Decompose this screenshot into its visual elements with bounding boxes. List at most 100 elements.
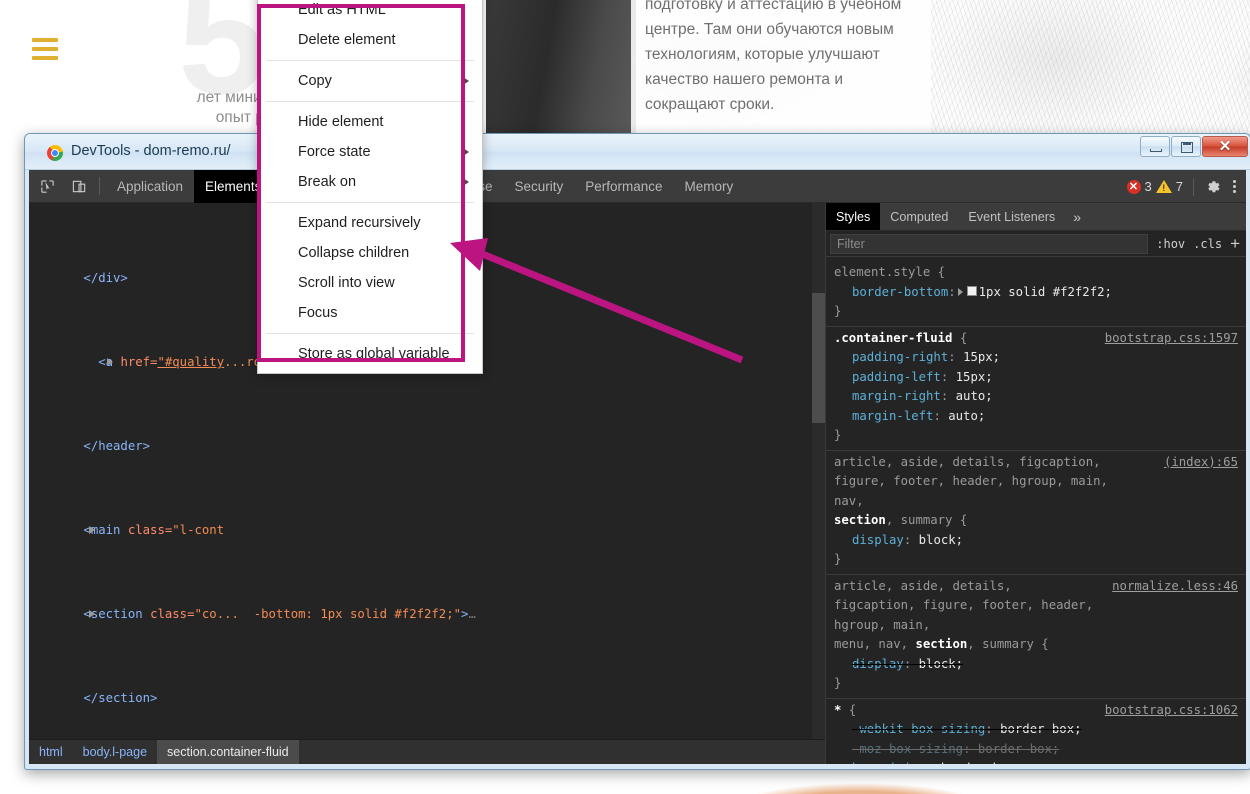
toolbar-status-area: ✕ 3 7: [1126, 170, 1242, 203]
tab-application[interactable]: Application: [106, 170, 194, 203]
hero-caption-line1: лет минимал: [196, 89, 290, 106]
style-declaration[interactable]: padding-left: 15px;: [834, 368, 1238, 388]
inspect-element-icon[interactable]: [33, 172, 61, 200]
tab-computed[interactable]: Computed: [880, 203, 958, 230]
style-declaration-overridden[interactable]: -webkit-box-sizing: border-box;: [834, 720, 1238, 740]
style-declaration-overridden[interactable]: display: block;: [834, 655, 1238, 675]
styles-filter-bar: :hov .cls +: [826, 231, 1246, 257]
dom-line[interactable]: <section class="co... -bottom: 1px solid…: [29, 604, 825, 625]
rule-source-link[interactable]: bootstrap.css:1597: [1105, 329, 1238, 349]
submenu-arrow-icon: [463, 178, 469, 186]
declaration-property: -webkit-box-sizing: [852, 722, 986, 736]
style-declaration[interactable]: border-bottom: 1px solid #f2f2f2;: [834, 283, 1238, 303]
rule-source-link[interactable]: (index):65: [1164, 453, 1238, 473]
style-declaration[interactable]: padding-right: 15px;: [834, 348, 1238, 368]
menu-separator: [266, 202, 474, 203]
context-menu: Edit as HTML Delete element Copy Hide el…: [257, 0, 483, 374]
style-declaration[interactable]: margin-left: auto;: [834, 407, 1238, 427]
window-title: DevTools - dom-remo.ru/: [71, 143, 231, 159]
declaration-property: margin-left: [852, 408, 934, 423]
dom-line[interactable]: </section>: [29, 688, 825, 709]
device-toolbar-icon[interactable]: [65, 172, 93, 200]
maximize-button[interactable]: [1171, 136, 1201, 157]
declaration-value: border-box;: [941, 761, 1022, 764]
style-rule-index-65[interactable]: (index):65 article, aside, details, figc…: [826, 451, 1246, 575]
menu-item-hide-element[interactable]: Hide element: [258, 107, 482, 137]
declaration-property: padding-right: [852, 350, 949, 364]
style-rule-universal[interactable]: * { bootstrap.css:1062 -webkit-box-sizin…: [826, 699, 1246, 765]
style-rule-normalize-46[interactable]: normalize.less:46 article, aside, detail…: [826, 575, 1246, 699]
color-swatch[interactable]: [966, 286, 977, 296]
close-button[interactable]: ✕: [1202, 136, 1248, 157]
devtools-panes: </div> <a href="#quality...roll">…</a> <…: [29, 203, 1246, 764]
window-titlebar[interactable]: DevTools - dom-remo.ru/ ✕: [25, 134, 1250, 170]
tab-security[interactable]: Security: [503, 170, 574, 203]
menu-item-force-state[interactable]: Force state: [258, 137, 482, 167]
declaration-value: border-box;: [1000, 722, 1082, 736]
style-rule-element-style[interactable]: element.style { border-bottom: 1px solid …: [826, 261, 1246, 327]
warning-count: 7: [1175, 179, 1183, 194]
breadcrumb-item-html[interactable]: html: [29, 740, 73, 764]
expand-triangle-icon[interactable]: [957, 287, 963, 296]
hamburger-menu-icon[interactable]: [32, 38, 58, 61]
rule-source-link[interactable]: bootstrap.css:1062: [1105, 701, 1238, 721]
menu-item-edit-as-html[interactable]: Edit as HTML: [258, 0, 482, 25]
rule-close-brace: }: [834, 552, 842, 566]
style-declaration[interactable]: display: block;: [834, 531, 1238, 551]
hand-photo: [690, 766, 1030, 794]
style-declaration[interactable]: box-sizing: border-box;: [834, 759, 1238, 764]
declaration-value: 15px;: [963, 350, 1001, 364]
tab-styles[interactable]: Styles: [826, 203, 881, 230]
dom-line[interactable]: <main class="l-cont: [29, 520, 825, 541]
error-count-badge[interactable]: ✕ 3: [1126, 179, 1152, 194]
toolbar-divider-2: [1193, 177, 1194, 196]
declaration-value: 1px solid #f2f2f2;: [978, 284, 1112, 299]
style-declaration[interactable]: margin-right: auto;: [834, 387, 1238, 407]
menu-item-focus[interactable]: Focus: [258, 298, 482, 328]
rule-selector-part: article, aside, details, figcaption,: [834, 454, 1101, 469]
cls-toggle-button[interactable]: .cls: [1193, 237, 1222, 251]
dom-tree-scrollbar[interactable]: [812, 203, 825, 739]
minimize-button[interactable]: [1140, 136, 1170, 157]
kebab-menu-icon[interactable]: [1226, 178, 1242, 196]
rule-source-link[interactable]: normalize.less:46: [1112, 577, 1238, 597]
rule-selector: element.style: [834, 265, 931, 279]
declaration-property: padding-left: [852, 369, 941, 384]
tab-performance[interactable]: Performance: [574, 170, 673, 203]
hov-toggle-button[interactable]: :hov: [1156, 237, 1185, 251]
menu-separator: [266, 101, 474, 102]
gear-icon[interactable]: [1204, 178, 1222, 196]
dom-tree-scrollbar-thumb[interactable]: [812, 293, 825, 423]
warning-count-badge[interactable]: 7: [1155, 179, 1183, 194]
minimize-icon: [1150, 149, 1162, 152]
new-style-rule-button[interactable]: +: [1230, 235, 1240, 252]
breadcrumb-item-body[interactable]: body.l-page: [73, 740, 157, 764]
menu-item-scroll-into-view[interactable]: Scroll into view: [258, 268, 482, 298]
error-icon: ✕: [1126, 179, 1141, 194]
style-rule-container-fluid[interactable]: .container-fluid { bootstrap.css:1597 pa…: [826, 327, 1246, 451]
style-declaration-disabled[interactable]: -moz-box-sizing: border-box;: [834, 740, 1238, 760]
menu-separator: [266, 333, 474, 334]
menu-item-expand-recursively[interactable]: Expand recursively: [258, 208, 482, 238]
hero-article-text-column: подготовку и аттестацию в учебном центре…: [631, 0, 931, 140]
dom-line[interactable]: </header>: [29, 436, 825, 457]
devtools-content: Application Elements Console Sources Lig…: [29, 170, 1246, 764]
menu-item-break-on[interactable]: Break on: [258, 167, 482, 197]
devtools-window: DevTools - dom-remo.ru/ ✕ Application El…: [24, 133, 1250, 770]
menu-item-delete-element[interactable]: Delete element: [258, 25, 482, 55]
tab-memory[interactable]: Memory: [674, 170, 745, 203]
menu-item-collapse-children[interactable]: Collapse children: [258, 238, 482, 268]
chevron-double-right-icon[interactable]: »: [1065, 203, 1089, 230]
declaration-property: display: [852, 656, 904, 671]
breadcrumb-item-section[interactable]: section.container-fluid: [157, 740, 299, 764]
tab-event-listeners[interactable]: Event Listeners: [958, 203, 1065, 230]
menu-item-store-as-global-variable[interactable]: Store as global variable: [258, 339, 482, 369]
filter-input[interactable]: [830, 233, 1149, 254]
maximize-icon: [1181, 142, 1193, 153]
declaration-property: margin-right: [852, 389, 941, 403]
declaration-value: 15px;: [955, 369, 993, 384]
menu-item-copy[interactable]: Copy: [258, 66, 482, 96]
declaration-value: block;: [918, 656, 964, 671]
rule-selector-part: figcaption, figure, footer, header, hgro…: [834, 598, 1094, 632]
declaration-property: border-bottom: [852, 284, 949, 299]
